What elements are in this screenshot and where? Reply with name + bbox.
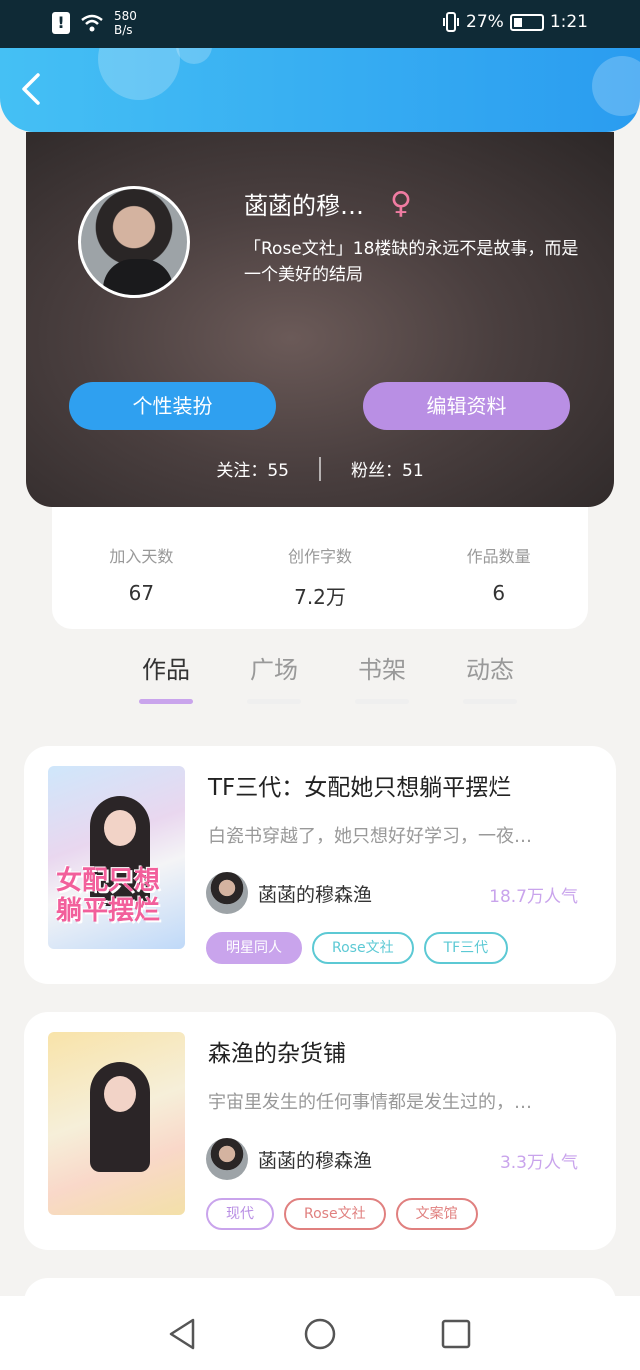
tab-label: 广场	[250, 656, 298, 684]
stat-value: 7.2万	[294, 585, 346, 609]
cover-title: 女配只想躺平摆烂	[56, 866, 161, 926]
tag[interactable]: Rose文社	[312, 932, 414, 964]
stat-word-count: 创作字数 7.2万	[231, 507, 410, 629]
stat-label: 加入天数	[109, 547, 174, 566]
stat-label: 创作字数	[288, 547, 353, 566]
profile-card: 菡菡的穆… ♀ 「Rose文社」18楼缺的永远不是故事，而是一个美好的结局 个性…	[26, 132, 614, 507]
tag[interactable]: TF三代	[423, 932, 509, 964]
avatar[interactable]	[78, 186, 190, 298]
work-card[interactable]: 女配只想躺平摆烂 TF三代：女配她只想躺平摆烂 白瓷书穿越了，她只想好好学习，一…	[24, 746, 616, 984]
tab-bar: 作品 广场 书架 动态	[112, 650, 544, 704]
author-name: 菡菡的穆森渔	[258, 1149, 373, 1172]
decor-bubble	[592, 56, 640, 116]
popularity: 3.3万人气	[499, 1153, 578, 1173]
tab-label: 书架	[358, 656, 406, 684]
tab-underline	[463, 699, 517, 704]
network-speed: 580 B/s	[114, 9, 137, 37]
battery-percent: 27%	[466, 12, 504, 32]
tab-bookshelf[interactable]: 书架	[328, 650, 436, 704]
wifi-icon	[81, 14, 103, 32]
decor-bubble	[176, 48, 212, 64]
status-bar: ! 580 B/s 27% 1:21	[0, 0, 640, 48]
system-nav-bar	[0, 1296, 640, 1370]
tag[interactable]: 文案馆	[395, 1198, 478, 1230]
fans-count[interactable]: 粉丝：51	[351, 456, 424, 481]
header-bar	[0, 48, 640, 132]
tab-square[interactable]: 广场	[220, 650, 328, 704]
nickname: 菡菡的穆…	[244, 192, 364, 220]
work-title: 森渔的杂货铺	[208, 1041, 346, 1067]
author-avatar	[206, 1138, 248, 1180]
female-icon: ♀	[390, 186, 412, 221]
nav-back-icon[interactable]	[165, 1316, 201, 1352]
chevron-left-icon	[22, 73, 40, 105]
tab-underline	[355, 699, 409, 704]
stat-works-count: 作品数量 6	[409, 507, 588, 629]
stat-label: 作品数量	[466, 547, 531, 566]
tab-label: 作品	[142, 656, 190, 684]
work-title: TF三代：女配她只想躺平摆烂	[208, 775, 512, 801]
popularity: 18.7万人气	[489, 887, 578, 907]
stat-join-days: 加入天数 67	[52, 507, 231, 629]
book-cover	[48, 1032, 185, 1215]
cover-figure	[90, 1062, 150, 1172]
stat-value: 67	[128, 581, 155, 605]
stat-value: 6	[492, 581, 506, 605]
tab-label: 动态	[466, 656, 514, 684]
tab-works[interactable]: 作品	[112, 650, 220, 704]
tab-underline	[139, 699, 193, 704]
nav-home-icon[interactable]	[302, 1316, 338, 1352]
edit-profile-button[interactable]: 编辑资料	[363, 382, 570, 430]
tab-activity[interactable]: 动态	[436, 650, 544, 704]
work-intro: 白瓷书穿越了，她只想好好学习，一夜…	[208, 826, 532, 847]
alert-icon: !	[52, 12, 70, 34]
personalize-button[interactable]: 个性装扮	[69, 382, 276, 430]
decor-bubble	[98, 48, 180, 100]
vibrate-icon	[443, 12, 460, 32]
bio-text: 「Rose文社」18楼缺的永远不是故事，而是一个美好的结局	[244, 239, 579, 285]
tag[interactable]: 现代	[206, 1198, 274, 1230]
work-intro: 宇宙里发生的任何事情都是发生过的，…	[208, 1092, 532, 1113]
tag[interactable]: Rose文社	[284, 1198, 386, 1230]
stats-panel: 加入天数 67 创作字数 7.2万 作品数量 6	[52, 507, 588, 629]
divider	[319, 456, 321, 481]
following-count[interactable]: 关注：55	[216, 456, 289, 481]
author-name: 菡菡的穆森渔	[258, 883, 373, 906]
tag[interactable]: 明星同人	[206, 932, 302, 964]
tab-underline	[247, 699, 301, 704]
book-cover: 女配只想躺平摆烂	[48, 766, 185, 949]
work-card[interactable]: 森渔的杂货铺 宇宙里发生的任何事情都是发生过的，… 菡菡的穆森渔 3.3万人气 …	[24, 1012, 616, 1250]
nav-recents-icon[interactable]	[438, 1316, 474, 1352]
back-button[interactable]	[20, 72, 54, 112]
author-avatar	[206, 872, 248, 914]
battery-icon	[509, 13, 544, 31]
clock: 1:21	[549, 12, 588, 32]
